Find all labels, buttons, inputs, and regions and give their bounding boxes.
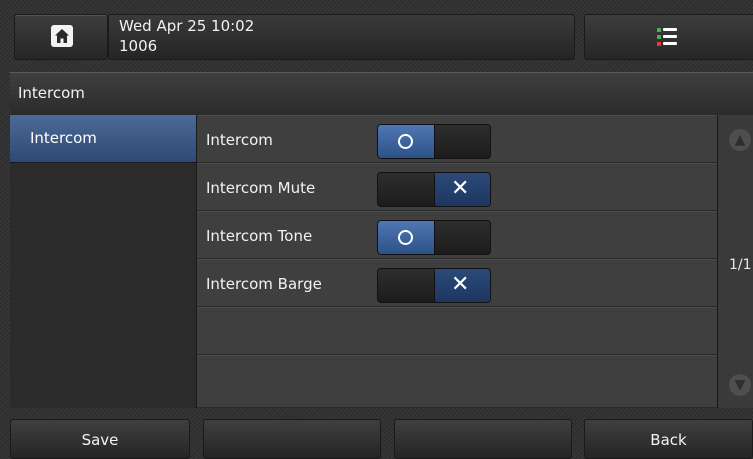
arrow-up-icon[interactable]: ▲ [729,129,751,151]
softkey-2[interactable] [203,419,381,459]
menu-button[interactable] [584,14,753,60]
intercom-barge-toggle[interactable]: ✕ [377,268,491,303]
intercom-tone-toggle[interactable] [377,220,491,255]
softkey-label: Back [650,431,687,449]
status-info: Wed Apr 25 10:02 1006 [108,14,575,60]
page-title: Intercom [18,84,85,102]
setting-row-intercom-mute: Intercom Mute ✕ [197,163,717,211]
arrow-down-icon[interactable]: ▼ [729,374,751,396]
sidebar: Intercom [10,115,197,408]
sidebar-item-label: Intercom [30,129,97,147]
setting-row-intercom-tone: Intercom Tone [197,211,717,259]
scroll-column: ▲ 1/1 ▼ [717,115,753,408]
menu-list-icon [657,26,679,48]
intercom-mute-toggle[interactable]: ✕ [377,172,491,207]
setting-row-intercom-barge: Intercom Barge ✕ [197,259,717,307]
ring-icon [398,230,413,245]
setting-row-intercom: Intercom [197,115,717,163]
home-button[interactable] [14,14,108,60]
page-title-bar: Intercom [10,72,753,116]
date-time: Wed Apr 25 10:02 [119,17,255,35]
sidebar-item-intercom[interactable]: Intercom [10,115,196,163]
softkey-label: Save [81,431,119,449]
settings-list: Intercom Intercom Mute ✕ Intercom Tone I… [197,115,717,408]
back-button[interactable]: Back [584,419,753,459]
cross-icon: ✕ [451,176,470,201]
page-indicator: 1/1 [729,257,752,273]
setting-label: Intercom [206,131,273,149]
status-bar: Wed Apr 25 10:02 1006 [0,0,753,66]
save-button[interactable]: Save [10,419,190,459]
softkey-3[interactable] [394,419,572,459]
home-icon [51,25,73,47]
empty-row [197,307,717,355]
setting-label: Intercom Mute [206,179,316,197]
setting-label: Intercom Tone [206,227,313,245]
ring-icon [398,134,413,149]
extension-number: 1006 [119,37,158,55]
empty-row [197,355,717,408]
intercom-toggle[interactable] [377,124,491,159]
setting-label: Intercom Barge [206,275,322,293]
cross-icon: ✕ [451,272,470,297]
